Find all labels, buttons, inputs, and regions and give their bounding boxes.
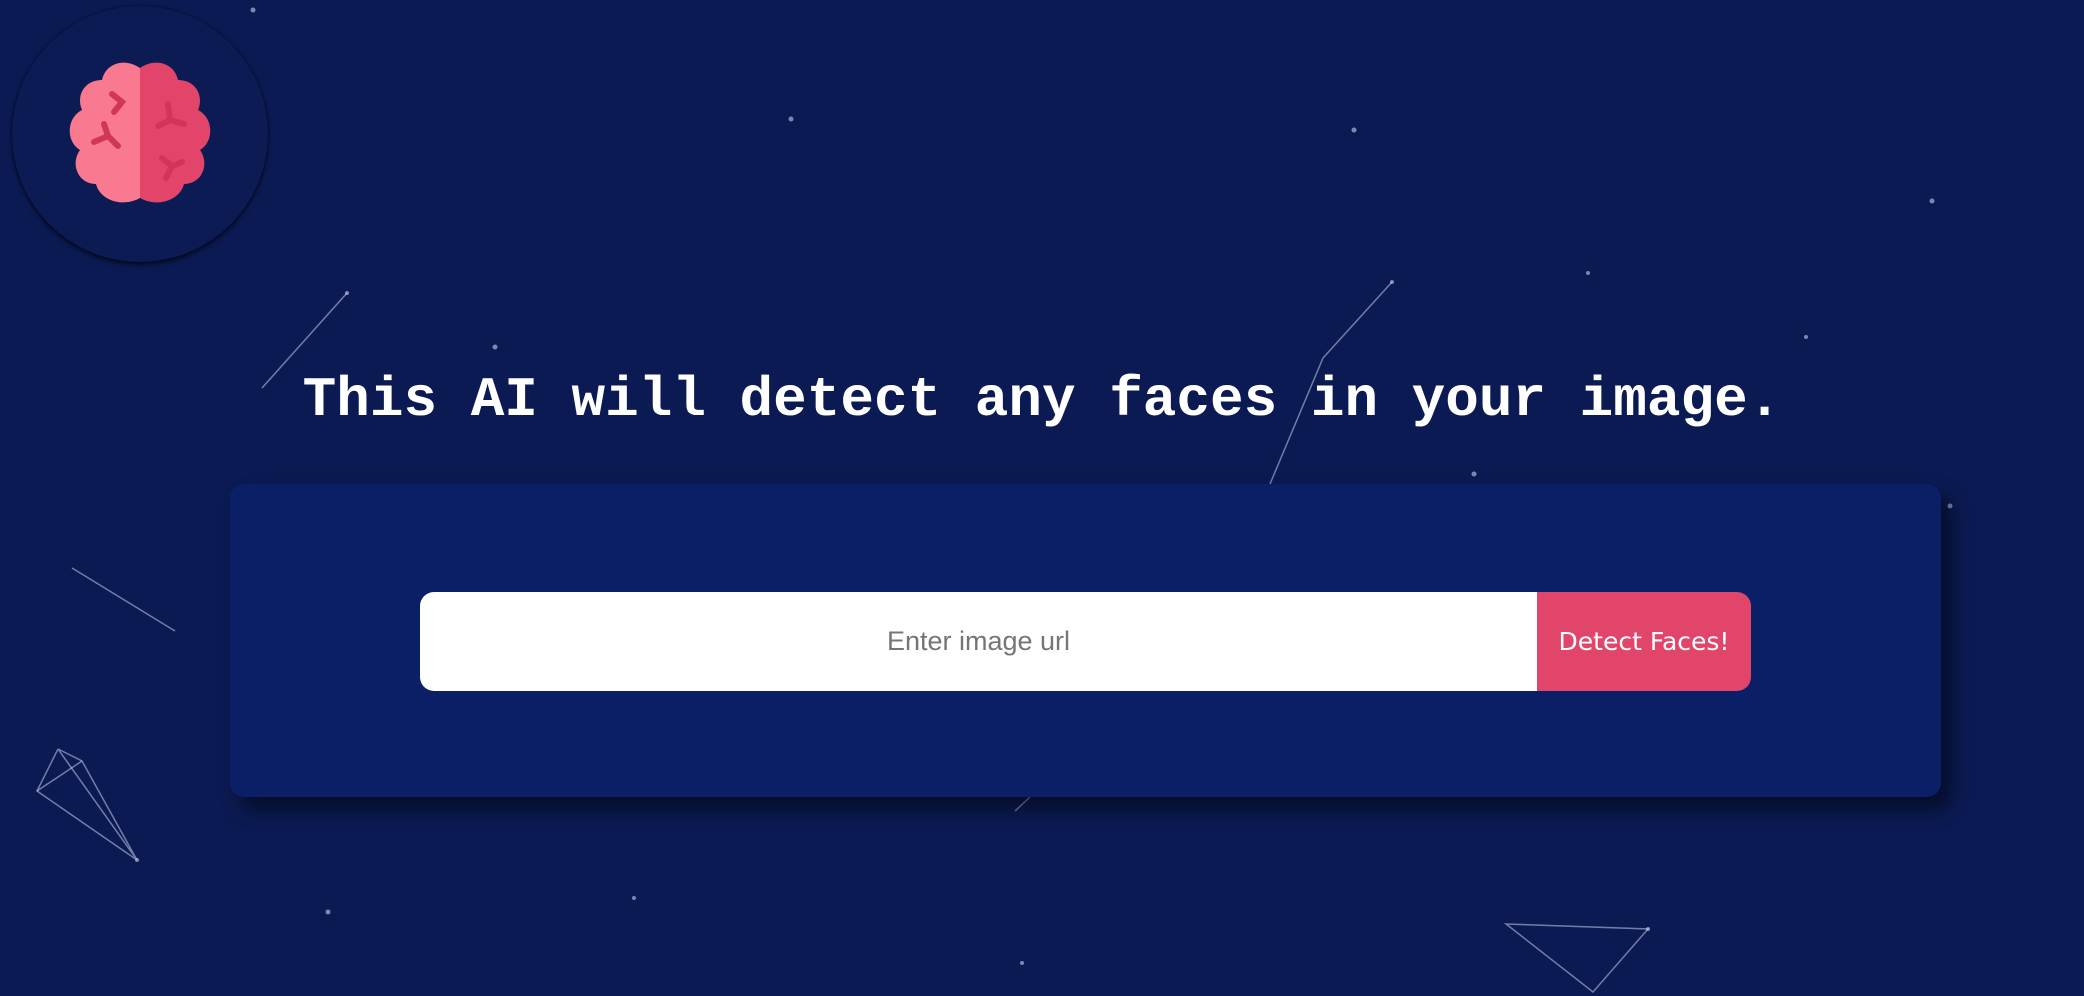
particle-dot: [1804, 335, 1808, 339]
particle-dot: [788, 116, 794, 122]
page-headline: This AI will detect any faces in your im…: [302, 368, 1782, 432]
particle-dot: [1471, 471, 1477, 477]
particle-dot: [135, 858, 139, 862]
particle-dot: [250, 7, 256, 13]
url-form: Detect Faces!: [420, 592, 1751, 691]
particle-dot: [1586, 271, 1590, 275]
particle-link: [71, 567, 176, 632]
particle-dot: [345, 291, 349, 295]
image-url-input[interactable]: [420, 592, 1537, 691]
brain-icon: [69, 62, 211, 203]
particle-dot: [1020, 961, 1024, 965]
particle-dot: [1390, 280, 1394, 284]
brain-right-hemisphere: [140, 62, 211, 203]
particle-link: [1014, 796, 1031, 812]
particle-dot: [1351, 127, 1357, 133]
particle-dot: [1929, 198, 1935, 204]
brain-logo[interactable]: [12, 6, 268, 262]
particle-dot: [325, 909, 331, 915]
particle-link: [1503, 923, 1650, 994]
detect-faces-button[interactable]: Detect Faces!: [1537, 592, 1751, 691]
particle-link: [1322, 281, 1393, 359]
detect-form-card: Detect Faces!: [230, 484, 1941, 797]
particle-dot: [1947, 503, 1953, 509]
particle-link: [36, 748, 138, 861]
particle-dot: [632, 896, 636, 900]
particle-dot: [492, 344, 498, 350]
particle-dot: [1646, 927, 1650, 931]
app-page: This AI will detect any faces in your im…: [0, 0, 2084, 996]
